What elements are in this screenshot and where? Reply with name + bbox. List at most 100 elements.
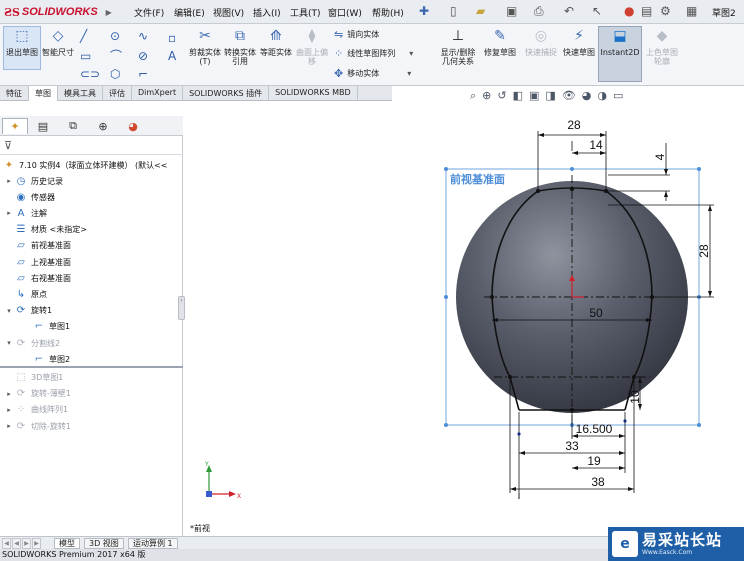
file-properties-icon[interactable]: ▤ <box>641 4 652 18</box>
slot-icon[interactable]: ⊂⊃ <box>80 68 100 80</box>
tab-dimxpert[interactable]: DimXpert <box>132 86 184 101</box>
view-settings-icon[interactable]: ▭ <box>613 89 623 105</box>
text-icon[interactable]: A <box>168 50 176 62</box>
exit-sketch-label[interactable]: ⬚ 退出草图 <box>4 26 40 58</box>
quick-snaps-button[interactable]: ◎ 快速捕捉 <box>524 26 558 58</box>
edit-appearance-icon[interactable]: ◕ <box>582 89 592 105</box>
tree-item[interactable]: ▸ ◷ 历史记录 <box>4 173 63 189</box>
graphics-viewport[interactable]: 前视基准面 28 14 4 28 50 10 16.500 33 19 38 <box>184 105 744 536</box>
expand-toggle-icon[interactable]: ▸ <box>4 177 14 185</box>
last-tab-icon[interactable]: ▶ <box>32 538 41 549</box>
rapid-sketch-button[interactable]: ⚡ 快速草图 <box>563 26 595 58</box>
layout-icon[interactable]: ▦ <box>686 4 697 18</box>
smart-dimension-button[interactable]: ◇ 智能尺寸 <box>42 26 74 58</box>
tab-mbd[interactable]: SOLIDWORKS MBD <box>269 86 358 101</box>
polygon-icon[interactable]: ⬡ <box>110 68 120 80</box>
expand-toggle-icon[interactable]: ▾ <box>4 307 14 315</box>
filter-icon[interactable]: ⊽ <box>4 139 12 152</box>
menu-insert[interactable]: 插入(I) <box>253 6 281 19</box>
first-tab-icon[interactable]: ◀ <box>2 538 11 549</box>
propertymanager-tab-icon[interactable]: ▤ <box>30 118 56 134</box>
move-entities-button[interactable]: ✥ 移动实体 ▾ <box>334 67 411 80</box>
arc-icon[interactable]: ⌒ <box>110 50 122 62</box>
pin-icon[interactable]: ✚ <box>419 4 429 18</box>
view-orientation-icon[interactable]: ▣ <box>529 89 539 105</box>
rollback-bar[interactable] <box>0 366 183 368</box>
tree-item[interactable]: ▸ A 注解 <box>4 205 47 221</box>
trim-entities-button[interactable]: ✂ 剪裁实体(T) <box>188 26 222 67</box>
expand-toggle-icon[interactable]: ▸ <box>4 422 14 430</box>
tree-item[interactable]: ▾ ⟳ 旋转1 <box>4 303 52 319</box>
surface-offset-button[interactable]: ⧫ 曲面上偏移 <box>294 26 330 67</box>
tree-item[interactable]: ⌐ 草图1 <box>22 319 70 335</box>
tree-item[interactable]: ▱ 右视基准面 <box>4 270 71 286</box>
fillet-icon[interactable]: ⌐ <box>138 68 148 80</box>
expand-toggle-icon[interactable]: ▸ <box>4 406 14 414</box>
line-icon[interactable]: ╱ <box>80 30 87 42</box>
tree-item[interactable]: ▾ ⟳ 分割线2 <box>4 335 60 351</box>
apply-scene-icon[interactable]: ◑ <box>597 89 607 105</box>
tree-item[interactable]: ▸ ⁘ 曲线阵列1 <box>4 402 68 418</box>
tab-evaluate[interactable]: 评估 <box>103 86 132 101</box>
menu-help[interactable]: 帮助(H) <box>372 6 404 19</box>
tab-addins[interactable]: SOLIDWORKS 插件 <box>183 86 270 101</box>
mirror-entities-button[interactable]: ⇋ 镜向实体 <box>334 28 379 41</box>
tree-item[interactable]: ◉ 传感器 <box>4 189 55 205</box>
spline-icon[interactable]: ∿ <box>138 30 148 42</box>
convert-entities-button[interactable]: ⧉ 转换实体引用 <box>222 26 258 67</box>
tree-root[interactable]: ✦ 7.10 实例4（球面立体环建模） (默认<< <box>2 157 168 173</box>
display-delete-relations-button[interactable]: ⊥ 显示/删除几何关系 <box>438 26 478 67</box>
open-folder-icon[interactable]: ▰ <box>476 4 485 18</box>
menu-edit[interactable]: 编辑(E) <box>174 6 205 19</box>
new-document-icon[interactable]: ▯ <box>450 4 457 18</box>
prev-tab-icon[interactable]: ◀ <box>12 538 21 549</box>
bottom-tab-motion-study[interactable]: 运动算例 1 <box>128 538 178 549</box>
next-tab-icon[interactable]: ▶ <box>22 538 31 549</box>
rectangle-icon[interactable]: ▭ <box>80 50 91 62</box>
offset-entities-button[interactable]: ⟰ 等距实体 <box>259 26 293 58</box>
select-icon[interactable]: ↖ <box>592 4 602 18</box>
previous-view-icon[interactable]: ↺ <box>497 89 506 105</box>
expand-toggle-icon[interactable]: ▾ <box>4 339 14 347</box>
menu-tools[interactable]: 工具(T) <box>290 6 321 19</box>
ellipse-icon[interactable]: ⊘ <box>138 50 148 62</box>
tree-item[interactable]: ▱ 前视基准面 <box>4 238 71 254</box>
tree-item[interactable]: ▸ ⟳ 旋转-薄壁1 <box>4 386 71 402</box>
tree-item[interactable]: ⌐ 草图2 <box>22 351 70 367</box>
bottom-tab-3d-view[interactable]: 3D 视图 <box>84 538 124 549</box>
linear-sketch-pattern-button[interactable]: ⁘ 线性草图阵列 ▾ <box>334 47 413 60</box>
tab-mold-tools[interactable]: 模具工具 <box>58 86 103 101</box>
rebuild-icon[interactable]: ● <box>624 4 634 18</box>
print-icon[interactable]: ⎙ <box>534 4 544 19</box>
zoom-to-area-icon[interactable]: ⊕ <box>482 89 491 105</box>
display-style-icon[interactable]: ◨ <box>545 89 555 105</box>
bottom-tab-model[interactable]: 模型 <box>54 538 80 549</box>
save-icon[interactable]: ▣ <box>506 4 517 18</box>
featuremanager-tab-icon[interactable]: ✦ <box>2 118 28 134</box>
repair-sketch-button[interactable]: ✎ 修复草图 <box>484 26 516 58</box>
point-icon[interactable]: ▫ <box>168 32 176 44</box>
zoom-to-fit-icon[interactable]: ⌕ <box>470 89 476 105</box>
tree-item[interactable]: ⬚ 3D草图1 <box>4 369 63 385</box>
tab-sketch[interactable]: 草图 <box>29 86 58 101</box>
dimxpertmanager-tab-icon[interactable]: ⊕ <box>90 118 116 134</box>
instant2d-label[interactable]: ⬓ Instant2D <box>599 26 641 58</box>
solidworks-logo[interactable]: ƧS SOLIDWORKS ▶ <box>4 4 112 20</box>
options-gear-icon[interactable]: ⚙ <box>660 4 671 18</box>
menu-file[interactable]: 文件(F) <box>134 6 164 19</box>
displaymanager-tab-icon[interactable]: ◕ <box>120 118 146 134</box>
undo-icon[interactable]: ↶ <box>564 4 574 18</box>
hide-show-items-icon[interactable]: 👁 <box>562 89 576 105</box>
tab-features[interactable]: 特征 <box>0 86 29 101</box>
tree-item[interactable]: ▸ ⟳ 切除-旋转1 <box>4 418 71 434</box>
expand-toggle-icon[interactable]: ▸ <box>4 390 14 398</box>
circle-icon[interactable]: ⊙ <box>110 30 120 42</box>
tree-item[interactable]: ↳ 原点 <box>4 286 47 302</box>
menu-window[interactable]: 窗口(W) <box>328 6 362 19</box>
shaded-sketch-contours-button[interactable]: ◆ 上色草图轮廓 <box>644 26 680 67</box>
tree-item[interactable]: ☰ 材质 <未指定> <box>4 222 87 238</box>
section-view-icon[interactable]: ◧ <box>513 89 523 105</box>
menu-view[interactable]: 视图(V) <box>213 6 244 19</box>
expand-toggle-icon[interactable]: ▸ <box>4 209 14 217</box>
tree-item[interactable]: ▱ 上视基准面 <box>4 254 71 270</box>
